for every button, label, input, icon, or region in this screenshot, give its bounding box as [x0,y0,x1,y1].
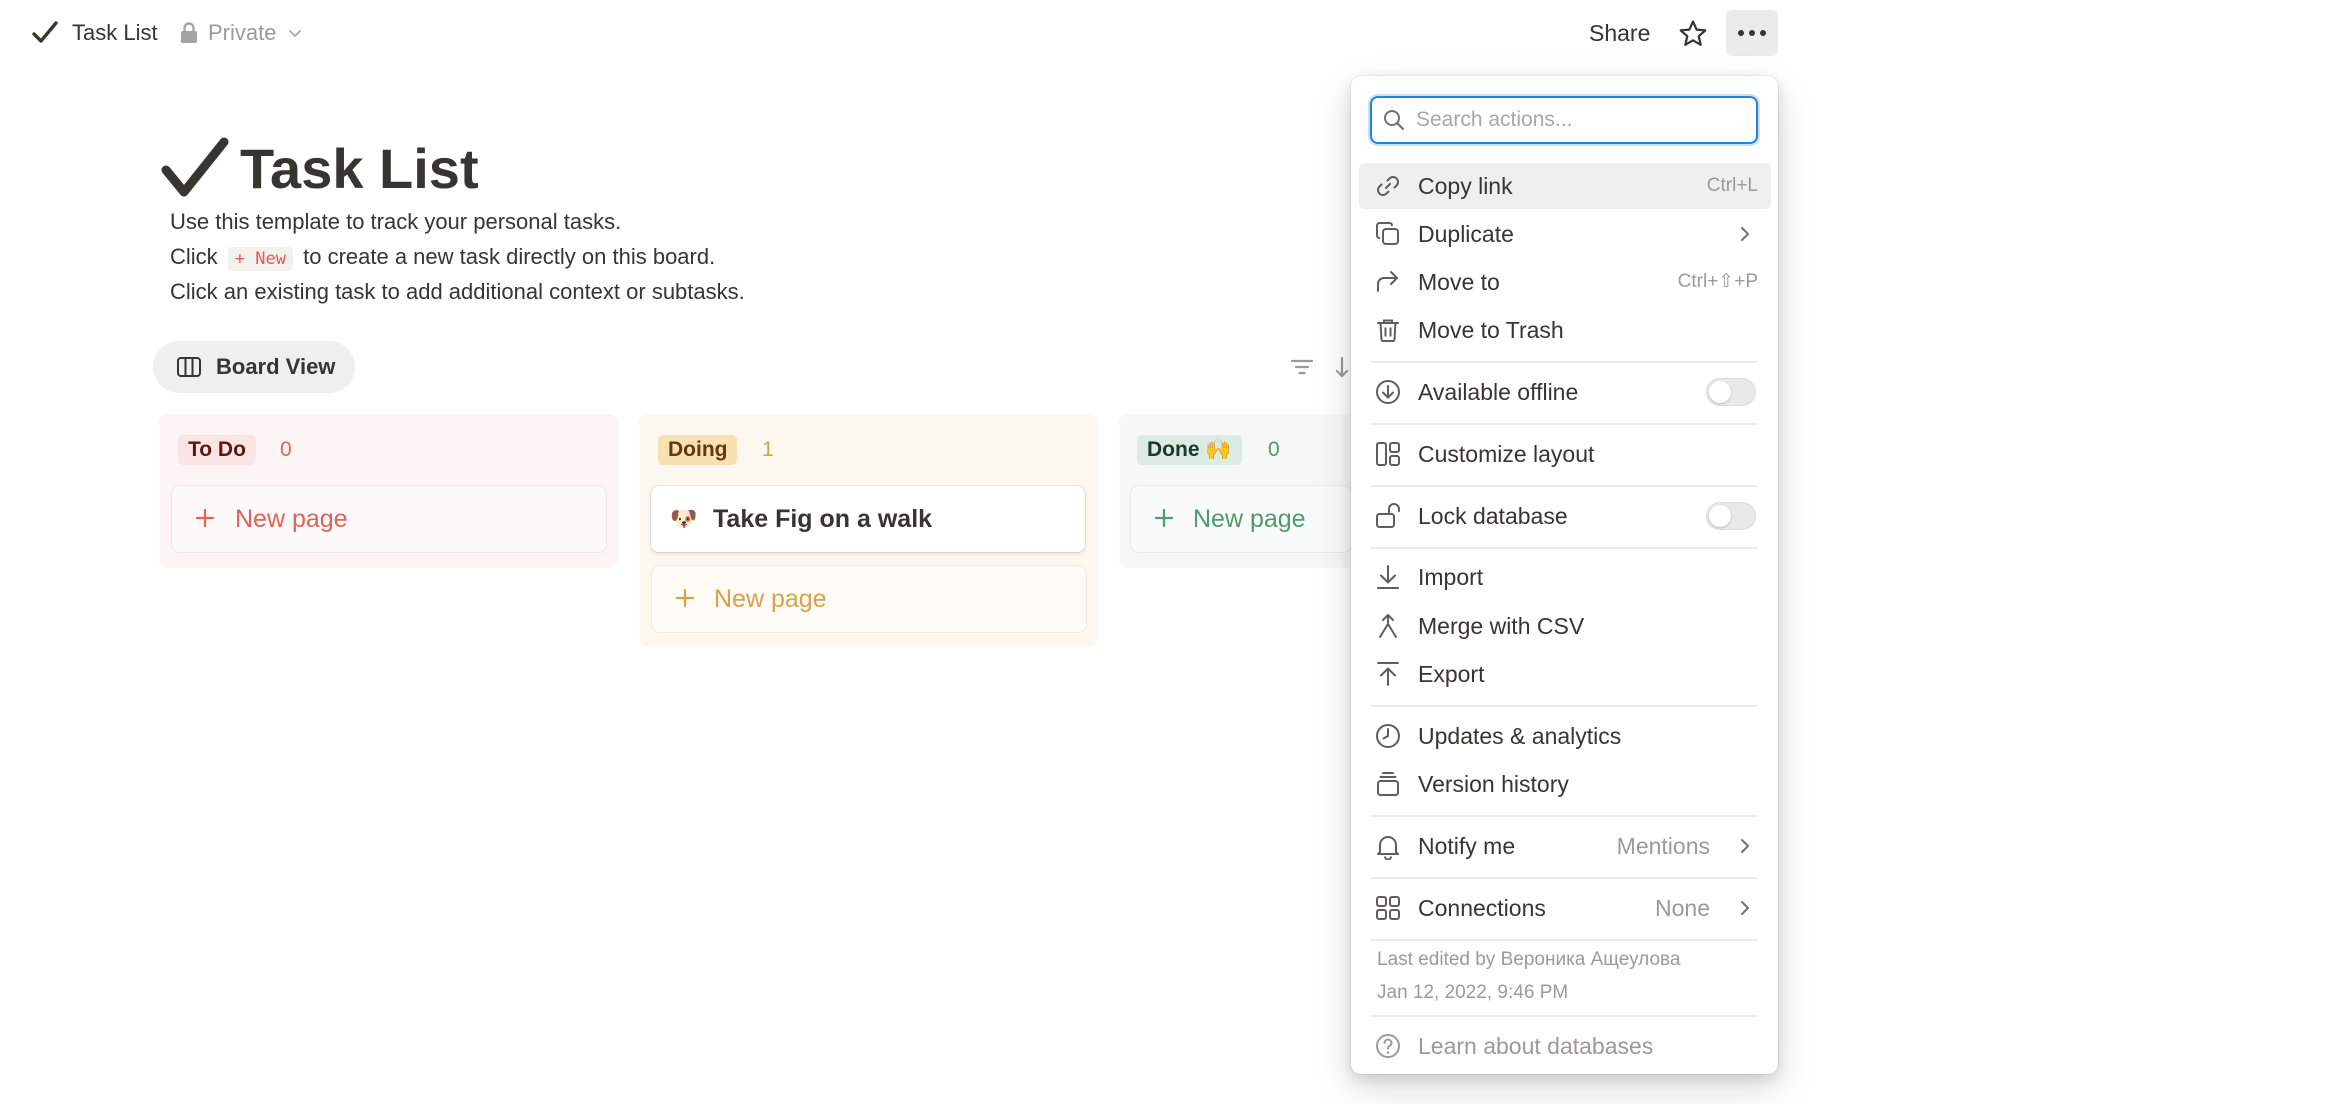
new-page-label[interactable]: New page [1193,504,1306,534]
description-text: to create a new task directly on this bo… [303,244,716,269]
menu-item-connections[interactable]: Connections [1418,893,1546,923]
merge-icon [1374,612,1402,640]
menu-item-merge-csv[interactable]: Merge with CSV [1418,611,1584,641]
column-count: 1 [762,438,774,461]
lock-database-toggle[interactable] [1706,502,1756,530]
chevron-right-icon [1736,225,1754,243]
learn-databases-link[interactable]: Learn about databases [1418,1031,1653,1061]
description-line-3: Click an existing task to add additional… [170,279,745,304]
checkmark-icon [31,19,59,47]
last-edited-date: Jan 12, 2022, 9:46 PM [1377,982,1569,1003]
actions-menu [1351,76,1778,1074]
menu-divider [1371,1015,1757,1017]
connections-value: None [1655,895,1710,921]
search-actions-input[interactable] [1416,98,1746,142]
description-line-1: Use this template to track your personal… [170,209,622,234]
connections-icon [1374,894,1402,922]
menu-item-move-to[interactable]: Move to [1418,267,1500,297]
plus-icon [194,507,216,529]
menu-item-notify-me[interactable]: Notify me [1418,831,1515,861]
menu-item-label[interactable]: Copy link [1418,171,1513,201]
last-edited-text: Last edited by Вероника Ащеулова [1377,949,1681,970]
board-icon [176,355,202,379]
menu-item-available-offline[interactable]: Available offline [1418,377,1578,407]
breadcrumb-title[interactable]: Task List [72,19,158,47]
lock-icon [178,21,200,45]
move-to-icon [1374,268,1402,296]
dog-emoji-icon: 🐶 [670,506,698,531]
new-page-label[interactable]: New page [714,584,827,614]
menu-item-import[interactable]: Import [1418,562,1483,592]
menu-divider [1371,939,1757,941]
description-text: Click [170,244,218,269]
column-count: 0 [1268,438,1280,461]
menu-divider [1371,423,1757,425]
star-icon[interactable] [1677,18,1709,50]
status-tag-doing[interactable]: Doing [658,435,738,465]
export-icon [1374,660,1402,688]
available-offline-toggle[interactable] [1706,378,1756,406]
download-circle-icon [1374,378,1402,406]
menu-item-updates-analytics[interactable]: Updates & analytics [1418,721,1621,751]
unlock-icon [1374,501,1402,529]
chevron-down-icon[interactable] [286,24,304,42]
status-tag-done[interactable]: Done 🙌 [1137,435,1242,465]
menu-divider [1371,485,1757,487]
inline-code-new: + New [227,247,293,271]
menu-item-lock-database[interactable]: Lock database [1418,501,1568,531]
version-history-icon [1374,770,1402,798]
menu-item-version-history[interactable]: Version history [1418,769,1569,799]
toggle-knob [1709,381,1731,403]
menu-item-customize-layout[interactable]: Customize layout [1418,439,1594,469]
more-options-button[interactable] [1726,10,1778,56]
menu-item-move-to-trash[interactable]: Move to Trash [1418,315,1564,345]
shortcut-hint: Ctrl+L [1706,175,1758,196]
chevron-right-icon [1736,837,1754,855]
search-box[interactable] [1370,96,1758,144]
search-icon [1384,110,1405,131]
link-icon [1374,172,1402,200]
menu-divider [1371,815,1757,817]
column-count: 0 [280,438,292,461]
page-title[interactable]: Task List [240,131,479,207]
menu-item-duplicate[interactable]: Duplicate [1418,219,1514,249]
chevron-right-icon [1736,899,1754,917]
raised-hands-emoji-icon: 🙌 [1205,438,1232,461]
import-icon [1374,563,1402,591]
status-tag-label: Done [1147,438,1200,461]
plus-icon [674,587,696,609]
menu-divider [1371,547,1757,549]
tab-label[interactable]: Board View [216,352,335,382]
menu-item-export[interactable]: Export [1418,659,1484,689]
menu-divider [1371,361,1757,363]
status-tag-todo[interactable]: To Do [178,435,256,465]
plus-icon [1153,507,1175,529]
new-page-label[interactable]: New page [235,504,348,534]
task-card-title[interactable]: Take Fig on a walk [713,504,932,534]
menu-divider [1371,705,1757,707]
help-icon [1374,1032,1402,1060]
menu-divider [1371,877,1757,879]
duplicate-icon [1374,220,1402,248]
bell-icon [1374,832,1402,860]
toggle-knob [1709,505,1731,527]
shortcut-hint: Ctrl+⇧+P [1677,271,1758,292]
clock-icon [1374,722,1402,750]
notify-value: Mentions [1616,833,1710,859]
trash-icon [1374,316,1402,344]
privacy-label[interactable]: Private [208,19,276,47]
filter-icon[interactable] [1290,356,1314,378]
description-line-2: Click + New to create a new task directl… [170,241,715,273]
share-button[interactable]: Share [1589,19,1650,47]
more-icon [1738,30,1766,36]
page-checkmark-icon[interactable] [160,136,230,200]
layout-icon [1374,440,1402,468]
